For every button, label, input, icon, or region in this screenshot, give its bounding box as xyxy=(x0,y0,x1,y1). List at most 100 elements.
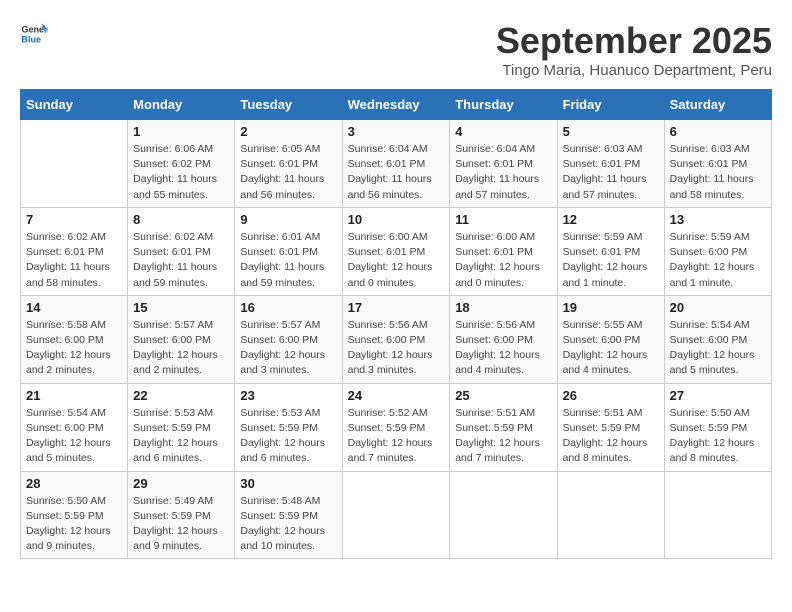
calendar-body: 1 Sunrise: 6:06 AM Sunset: 6:02 PM Daylig… xyxy=(21,120,772,559)
month-title: September 2025 xyxy=(496,20,772,62)
day-number: 28 xyxy=(26,476,122,491)
day-number: 29 xyxy=(133,476,229,491)
day-info: Sunrise: 6:03 AM Sunset: 6:01 PM Dayligh… xyxy=(563,142,659,203)
day-number: 3 xyxy=(348,124,445,139)
calendar-cell xyxy=(557,471,664,559)
logo-icon: General Blue xyxy=(20,20,48,48)
location: Tingo Maria, Huanuco Department, Peru xyxy=(496,62,772,79)
calendar-cell: 27 Sunrise: 5:50 AM Sunset: 5:59 PM Dayli… xyxy=(664,383,771,471)
day-info: Sunrise: 5:57 AM Sunset: 6:00 PM Dayligh… xyxy=(240,318,336,379)
day-info: Sunrise: 5:54 AM Sunset: 6:00 PM Dayligh… xyxy=(670,318,766,379)
day-number: 24 xyxy=(348,388,445,403)
weekday-header-wednesday: Wednesday xyxy=(342,90,450,120)
weekday-header-saturday: Saturday xyxy=(664,90,771,120)
day-number: 18 xyxy=(455,300,551,315)
calendar-cell xyxy=(342,471,450,559)
calendar-cell: 6 Sunrise: 6:03 AM Sunset: 6:01 PM Daylig… xyxy=(664,120,771,208)
weekday-header-friday: Friday xyxy=(557,90,664,120)
calendar-cell: 20 Sunrise: 5:54 AM Sunset: 6:00 PM Dayli… xyxy=(664,295,771,383)
calendar-cell: 4 Sunrise: 6:04 AM Sunset: 6:01 PM Daylig… xyxy=(450,120,557,208)
day-info: Sunrise: 5:56 AM Sunset: 6:00 PM Dayligh… xyxy=(348,318,445,379)
title-block: September 2025 Tingo Maria, Huanuco Depa… xyxy=(496,20,772,79)
calendar-week-5: 28 Sunrise: 5:50 AM Sunset: 5:59 PM Dayli… xyxy=(21,471,772,559)
calendar-cell: 3 Sunrise: 6:04 AM Sunset: 6:01 PM Daylig… xyxy=(342,120,450,208)
day-info: Sunrise: 6:02 AM Sunset: 6:01 PM Dayligh… xyxy=(26,230,122,291)
day-info: Sunrise: 5:54 AM Sunset: 6:00 PM Dayligh… xyxy=(26,406,122,467)
calendar-week-3: 14 Sunrise: 5:58 AM Sunset: 6:00 PM Dayli… xyxy=(21,295,772,383)
day-info: Sunrise: 5:59 AM Sunset: 6:00 PM Dayligh… xyxy=(670,230,766,291)
day-number: 9 xyxy=(240,212,336,227)
calendar-cell: 12Sunrise: 5:59 AM Sunset: 6:01 PM Dayli… xyxy=(557,207,664,295)
day-number: 11 xyxy=(455,212,551,227)
calendar-cell: 25Sunrise: 5:51 AM Sunset: 5:59 PM Dayli… xyxy=(450,383,557,471)
calendar-cell: 21 Sunrise: 5:54 AM Sunset: 6:00 PM Dayli… xyxy=(21,383,128,471)
calendar-cell xyxy=(450,471,557,559)
day-number: 13 xyxy=(670,212,766,227)
calendar-cell xyxy=(664,471,771,559)
page-header: General Blue September 2025 Tingo Maria,… xyxy=(20,20,772,79)
day-info: Sunrise: 6:03 AM Sunset: 6:01 PM Dayligh… xyxy=(670,142,766,203)
day-info: Sunrise: 5:50 AM Sunset: 5:59 PM Dayligh… xyxy=(670,406,766,467)
calendar-week-1: 1 Sunrise: 6:06 AM Sunset: 6:02 PM Daylig… xyxy=(21,120,772,208)
day-number: 1 xyxy=(133,124,229,139)
day-number: 25 xyxy=(455,388,551,403)
day-info: Sunrise: 6:00 AM Sunset: 6:01 PM Dayligh… xyxy=(348,230,445,291)
calendar-week-2: 7 Sunrise: 6:02 AM Sunset: 6:01 PM Daylig… xyxy=(21,207,772,295)
weekday-header-thursday: Thursday xyxy=(450,90,557,120)
calendar-cell: 24 Sunrise: 5:52 AM Sunset: 5:59 PM Dayli… xyxy=(342,383,450,471)
day-info: Sunrise: 5:48 AM Sunset: 5:59 PM Dayligh… xyxy=(240,494,336,555)
calendar-cell: 19Sunrise: 5:55 AM Sunset: 6:00 PM Dayli… xyxy=(557,295,664,383)
day-info: Sunrise: 5:51 AM Sunset: 5:59 PM Dayligh… xyxy=(563,406,659,467)
weekday-header-tuesday: Tuesday xyxy=(235,90,342,120)
calendar-cell: 17 Sunrise: 5:56 AM Sunset: 6:00 PM Dayli… xyxy=(342,295,450,383)
day-info: Sunrise: 6:02 AM Sunset: 6:01 PM Dayligh… xyxy=(133,230,229,291)
calendar-week-4: 21 Sunrise: 5:54 AM Sunset: 6:00 PM Dayli… xyxy=(21,383,772,471)
day-number: 2 xyxy=(240,124,336,139)
day-info: Sunrise: 5:59 AM Sunset: 6:01 PM Dayligh… xyxy=(563,230,659,291)
day-info: Sunrise: 5:50 AM Sunset: 5:59 PM Dayligh… xyxy=(26,494,122,555)
day-number: 7 xyxy=(26,212,122,227)
day-number: 17 xyxy=(348,300,445,315)
day-number: 4 xyxy=(455,124,551,139)
calendar-cell: 2 Sunrise: 6:05 AM Sunset: 6:01 PM Daylig… xyxy=(235,120,342,208)
day-number: 6 xyxy=(670,124,766,139)
day-number: 21 xyxy=(26,388,122,403)
calendar-cell: 7 Sunrise: 6:02 AM Sunset: 6:01 PM Daylig… xyxy=(21,207,128,295)
weekday-header-monday: Monday xyxy=(128,90,235,120)
calendar-cell: 30Sunrise: 5:48 AM Sunset: 5:59 PM Dayli… xyxy=(235,471,342,559)
day-info: Sunrise: 5:49 AM Sunset: 5:59 PM Dayligh… xyxy=(133,494,229,555)
day-number: 5 xyxy=(563,124,659,139)
calendar-cell: 5 Sunrise: 6:03 AM Sunset: 6:01 PM Daylig… xyxy=(557,120,664,208)
day-info: Sunrise: 6:04 AM Sunset: 6:01 PM Dayligh… xyxy=(455,142,551,203)
svg-text:Blue: Blue xyxy=(21,34,41,44)
day-number: 27 xyxy=(670,388,766,403)
day-info: Sunrise: 5:57 AM Sunset: 6:00 PM Dayligh… xyxy=(133,318,229,379)
day-info: Sunrise: 6:04 AM Sunset: 6:01 PM Dayligh… xyxy=(348,142,445,203)
day-number: 15 xyxy=(133,300,229,315)
day-number: 8 xyxy=(133,212,229,227)
day-number: 16 xyxy=(240,300,336,315)
logo: General Blue xyxy=(20,20,48,48)
calendar-table: SundayMondayTuesdayWednesdayThursdayFrid… xyxy=(20,89,772,559)
day-info: Sunrise: 5:53 AM Sunset: 5:59 PM Dayligh… xyxy=(133,406,229,467)
day-number: 26 xyxy=(563,388,659,403)
calendar-cell: 9 Sunrise: 6:01 AM Sunset: 6:01 PM Daylig… xyxy=(235,207,342,295)
day-info: Sunrise: 6:06 AM Sunset: 6:02 PM Dayligh… xyxy=(133,142,229,203)
day-info: Sunrise: 6:05 AM Sunset: 6:01 PM Dayligh… xyxy=(240,142,336,203)
day-info: Sunrise: 5:58 AM Sunset: 6:00 PM Dayligh… xyxy=(26,318,122,379)
day-info: Sunrise: 6:00 AM Sunset: 6:01 PM Dayligh… xyxy=(455,230,551,291)
calendar-cell: 8 Sunrise: 6:02 AM Sunset: 6:01 PM Daylig… xyxy=(128,207,235,295)
calendar-cell: 29 Sunrise: 5:49 AM Sunset: 5:59 PM Dayli… xyxy=(128,471,235,559)
day-number: 23 xyxy=(240,388,336,403)
day-number: 14 xyxy=(26,300,122,315)
day-number: 20 xyxy=(670,300,766,315)
day-info: Sunrise: 6:01 AM Sunset: 6:01 PM Dayligh… xyxy=(240,230,336,291)
calendar-cell: 10 Sunrise: 6:00 AM Sunset: 6:01 PM Dayli… xyxy=(342,207,450,295)
calendar-cell: 18Sunrise: 5:56 AM Sunset: 6:00 PM Dayli… xyxy=(450,295,557,383)
calendar-cell: 16 Sunrise: 5:57 AM Sunset: 6:00 PM Dayli… xyxy=(235,295,342,383)
weekday-header-sunday: Sunday xyxy=(21,90,128,120)
day-number: 22 xyxy=(133,388,229,403)
day-number: 10 xyxy=(348,212,445,227)
day-info: Sunrise: 5:52 AM Sunset: 5:59 PM Dayligh… xyxy=(348,406,445,467)
calendar-cell: 15 Sunrise: 5:57 AM Sunset: 6:00 PM Dayli… xyxy=(128,295,235,383)
